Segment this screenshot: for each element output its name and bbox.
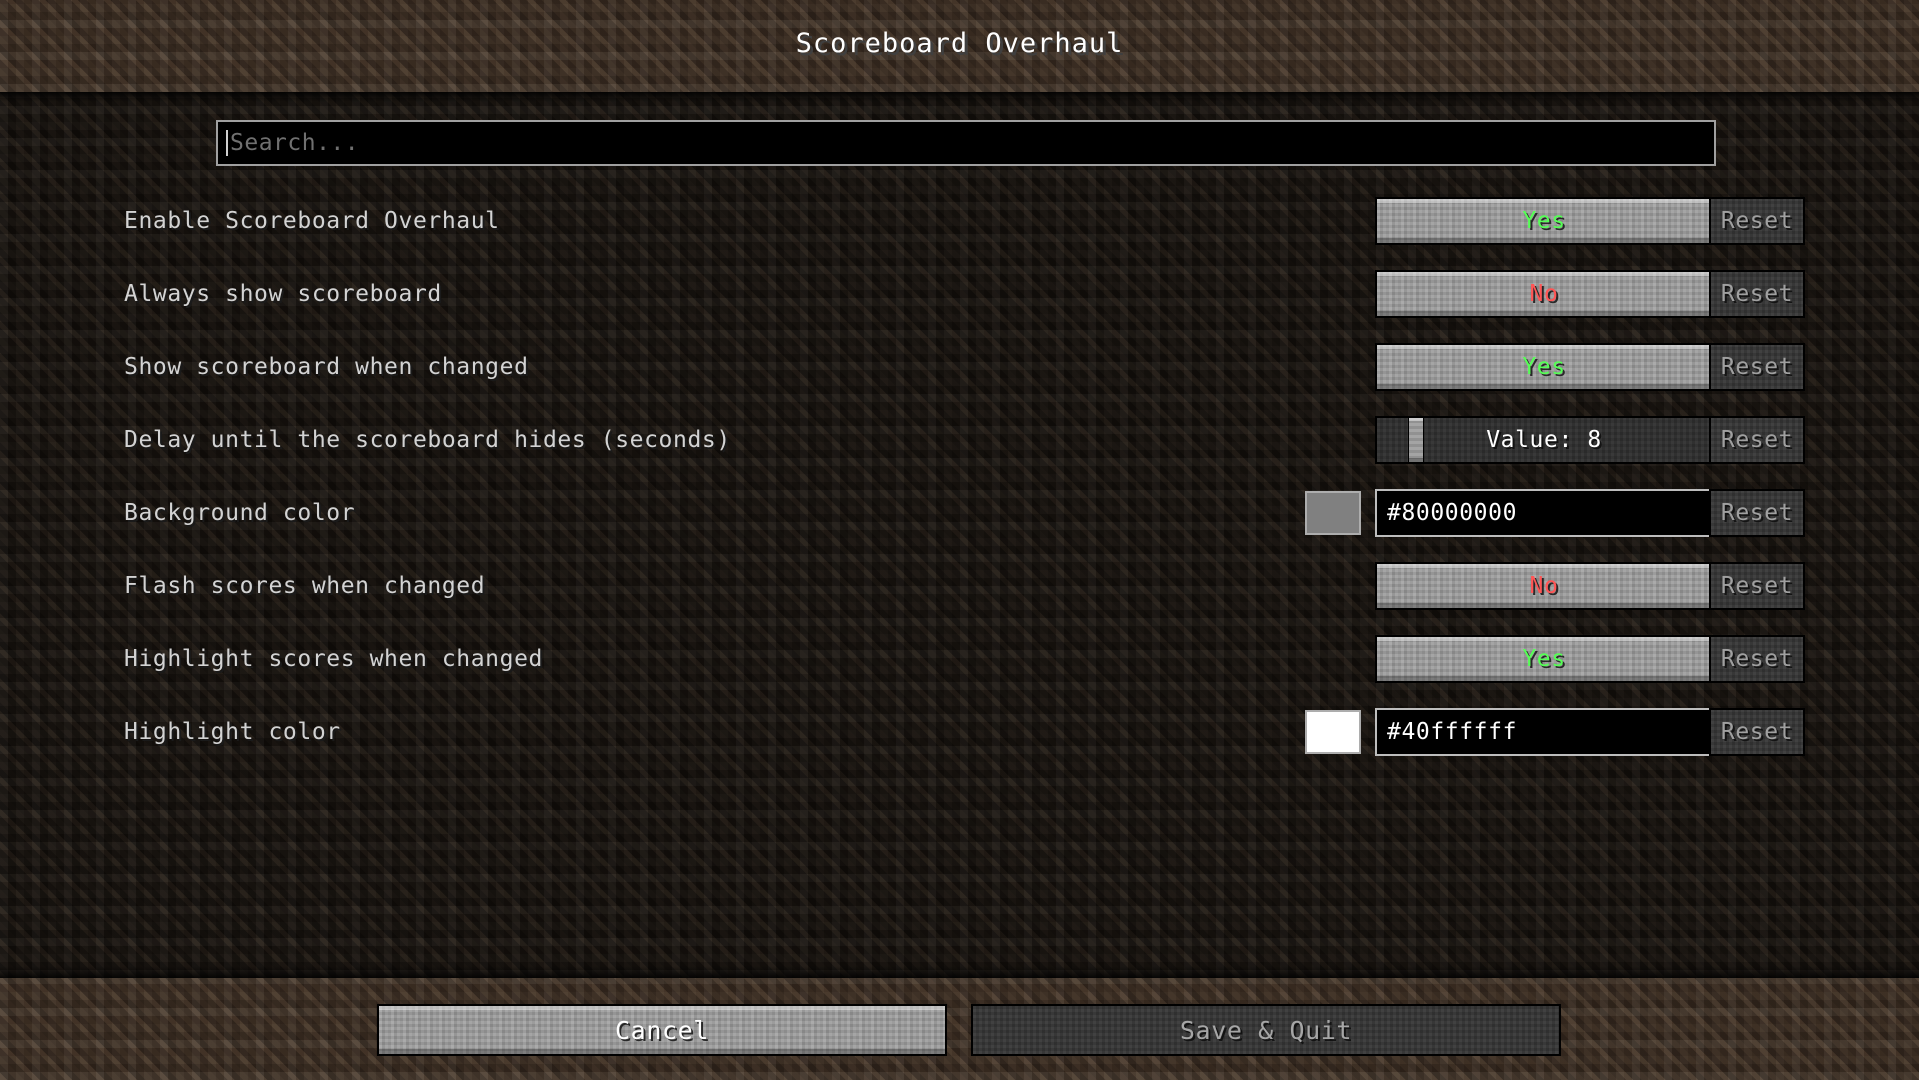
option-row: Show scoreboard when changed Yes Reset: [0, 343, 1919, 391]
reset-button-face[interactable]: Reset: [1709, 270, 1805, 318]
search-field-container: [216, 120, 1716, 166]
toggle-button-value: Yes: [1522, 354, 1566, 380]
color-hex-input[interactable]: #80000000: [1375, 489, 1713, 537]
toggle-button-value: Yes: [1522, 208, 1566, 234]
reset-button-face[interactable]: Reset: [1709, 708, 1805, 756]
slider-track[interactable]: Value: 8: [1375, 416, 1713, 464]
reset-button-face[interactable]: Reset: [1709, 562, 1805, 610]
reset-button[interactable]: Reset: [1709, 343, 1805, 391]
option-row: Highlight scores when changed Yes Reset: [0, 635, 1919, 683]
reset-button-face[interactable]: Reset: [1709, 343, 1805, 391]
option-row: Enable Scoreboard Overhaul Yes Reset: [0, 197, 1919, 245]
toggle-button-value: No: [1529, 281, 1559, 307]
cancel-button[interactable]: Cancel: [377, 1004, 947, 1056]
reset-button-label: Reset: [1720, 281, 1794, 307]
reset-button[interactable]: Reset: [1709, 197, 1805, 245]
reset-button-face[interactable]: Reset: [1709, 197, 1805, 245]
search-input[interactable]: [216, 120, 1716, 166]
reset-button[interactable]: Reset: [1709, 635, 1805, 683]
page-title: Scoreboard Overhaul: [795, 28, 1124, 59]
option-control-color: #40ffffff: [1305, 708, 1713, 756]
toggle-button[interactable]: Yes: [1375, 343, 1713, 391]
toggle-button-value: Yes: [1522, 646, 1566, 672]
toggle-button[interactable]: No: [1375, 562, 1713, 610]
reset-button[interactable]: Reset: [1709, 489, 1805, 537]
toggle-button[interactable]: Yes: [1375, 197, 1713, 245]
reset-button[interactable]: Reset: [1709, 708, 1805, 756]
config-screen: Scoreboard Overhaul Enable Scoreboard Ov…: [0, 0, 1919, 1080]
color-swatch[interactable]: [1305, 710, 1361, 754]
option-control-toggle[interactable]: Yes: [1375, 635, 1713, 683]
color-hex-input[interactable]: #40ffffff: [1375, 708, 1713, 756]
slider-handle[interactable]: [1408, 418, 1425, 462]
option-label: Delay until the scoreboard hides (second…: [124, 427, 731, 453]
reset-button-label: Reset: [1720, 646, 1794, 672]
option-label: Show scoreboard when changed: [124, 354, 529, 380]
reset-button-face[interactable]: Reset: [1709, 416, 1805, 464]
option-row: Always show scoreboard No Reset: [0, 270, 1919, 318]
option-label: Flash scores when changed: [124, 573, 486, 599]
option-label: Enable Scoreboard Overhaul: [124, 208, 500, 234]
reset-button-face[interactable]: Reset: [1709, 489, 1805, 537]
save-and-quit-button-label: Save & Quit: [1179, 1015, 1353, 1045]
footer-background: [0, 978, 1919, 1080]
reset-button[interactable]: Reset: [1709, 270, 1805, 318]
option-row: Flash scores when changed No Reset: [0, 562, 1919, 610]
option-control-toggle[interactable]: Yes: [1375, 197, 1713, 245]
option-label: Always show scoreboard: [124, 281, 442, 307]
option-label: Highlight scores when changed: [124, 646, 543, 672]
search-caret: [226, 130, 228, 156]
reset-button[interactable]: Reset: [1709, 562, 1805, 610]
cancel-button-label: Cancel: [615, 1015, 709, 1045]
option-control-toggle[interactable]: No: [1375, 270, 1713, 318]
reset-button-label: Reset: [1720, 573, 1794, 599]
reset-button[interactable]: Reset: [1709, 416, 1805, 464]
option-control-toggle[interactable]: No: [1375, 562, 1713, 610]
reset-button-label: Reset: [1720, 427, 1794, 453]
option-row: Background color #80000000 Reset: [0, 489, 1919, 537]
slider-value-label: Value: 8: [1486, 427, 1602, 453]
cancel-button-face[interactable]: Cancel: [377, 1004, 947, 1056]
option-row: Highlight color #40ffffff Reset: [0, 708, 1919, 756]
option-control-toggle[interactable]: Yes: [1375, 343, 1713, 391]
reset-button-label: Reset: [1720, 208, 1794, 234]
reset-button-label: Reset: [1720, 719, 1794, 745]
option-control-color: #80000000: [1305, 489, 1713, 537]
save-and-quit-button[interactable]: Save & Quit: [971, 1004, 1561, 1056]
reset-button-label: Reset: [1720, 500, 1794, 526]
color-swatch[interactable]: [1305, 491, 1361, 535]
save-and-quit-button-face[interactable]: Save & Quit: [971, 1004, 1561, 1056]
option-control-slider[interactable]: Value: 8: [1375, 416, 1713, 464]
reset-button-face[interactable]: Reset: [1709, 635, 1805, 683]
toggle-button-value: No: [1529, 573, 1559, 599]
option-label: Highlight color: [124, 719, 341, 745]
reset-button-label: Reset: [1720, 354, 1794, 380]
toggle-button[interactable]: No: [1375, 270, 1713, 318]
toggle-button[interactable]: Yes: [1375, 635, 1713, 683]
option-row: Delay until the scoreboard hides (second…: [0, 416, 1919, 464]
option-label: Background color: [124, 500, 356, 526]
